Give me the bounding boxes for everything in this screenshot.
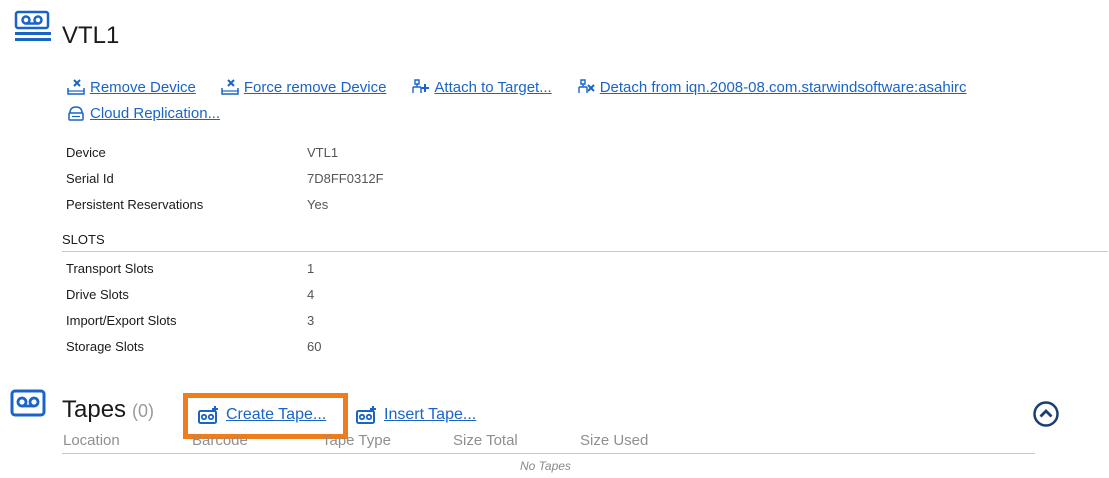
property-value-serial: 7D8FF0312F xyxy=(307,171,384,186)
cloud-replication-button[interactable]: Cloud Replication... xyxy=(66,104,220,122)
detach-label: Detach from iqn.2008-08.com.starwindsoft… xyxy=(599,78,967,96)
remove-device-icon xyxy=(67,79,85,95)
slots-divider xyxy=(62,251,1108,252)
attach-target-icon xyxy=(412,79,430,93)
attach-to-target-label: Attach to Target... xyxy=(434,78,552,96)
column-header-tape-type[interactable]: Tape Type xyxy=(322,432,391,449)
detach-button[interactable]: Detach from iqn.2008-08.com.starwindsoft… xyxy=(576,78,967,96)
cloud-replication-icon xyxy=(68,106,84,121)
insert-tape-button[interactable]: Insert Tape... xyxy=(356,405,476,425)
slots-heading: SLOTS xyxy=(62,232,105,247)
column-header-location[interactable]: Location xyxy=(63,432,120,449)
device-title: VTL1 xyxy=(62,22,120,49)
device-actions: Remove Device Force remove Device Attach… xyxy=(66,78,967,96)
column-header-size-total[interactable]: Size Total xyxy=(453,432,518,449)
property-label-reservations: Persistent Reservations xyxy=(66,197,204,212)
tapes-title: Tapes xyxy=(62,396,127,423)
insert-tape-icon xyxy=(356,406,376,424)
detach-icon xyxy=(578,79,595,93)
slot-label-import-export: Import/Export Slots xyxy=(66,313,177,328)
slot-value-storage: 60 xyxy=(307,339,322,354)
property-value-reservations: Yes xyxy=(307,197,329,212)
tapes-heading: Tapes (0) xyxy=(62,395,154,426)
remove-device-button[interactable]: Remove Device xyxy=(66,78,196,96)
slot-label-transport: Transport Slots xyxy=(66,261,154,276)
attach-to-target-button[interactable]: Attach to Target... xyxy=(410,78,552,96)
force-remove-device-button[interactable]: Force remove Device xyxy=(220,78,387,96)
column-header-size-used[interactable]: Size Used xyxy=(580,432,648,449)
force-remove-icon xyxy=(221,79,239,95)
insert-tape-label: Insert Tape... xyxy=(384,406,477,423)
property-value-device: VTL1 xyxy=(307,145,339,160)
empty-table-message: No Tapes xyxy=(520,459,571,473)
cloud-replication-label: Cloud Replication... xyxy=(90,104,221,122)
remove-device-label: Remove Device xyxy=(90,78,196,96)
slot-value-transport: 1 xyxy=(307,261,315,276)
slot-value-drive: 4 xyxy=(307,287,315,302)
slot-label-drive: Drive Slots xyxy=(66,287,129,302)
tape-icon xyxy=(10,389,46,417)
slot-value-import-export: 3 xyxy=(307,313,315,328)
property-label-device: Device xyxy=(66,145,106,160)
force-remove-device-label: Force remove Device xyxy=(243,78,387,96)
table-header-divider xyxy=(62,453,1035,454)
tape-library-icon xyxy=(14,10,51,41)
slot-label-storage: Storage Slots xyxy=(66,339,145,354)
property-label-serial: Serial Id xyxy=(66,171,114,186)
tapes-count: (0) xyxy=(132,401,155,421)
column-header-barcode[interactable]: Barcode xyxy=(192,432,248,449)
collapse-section-icon[interactable] xyxy=(1032,400,1060,428)
